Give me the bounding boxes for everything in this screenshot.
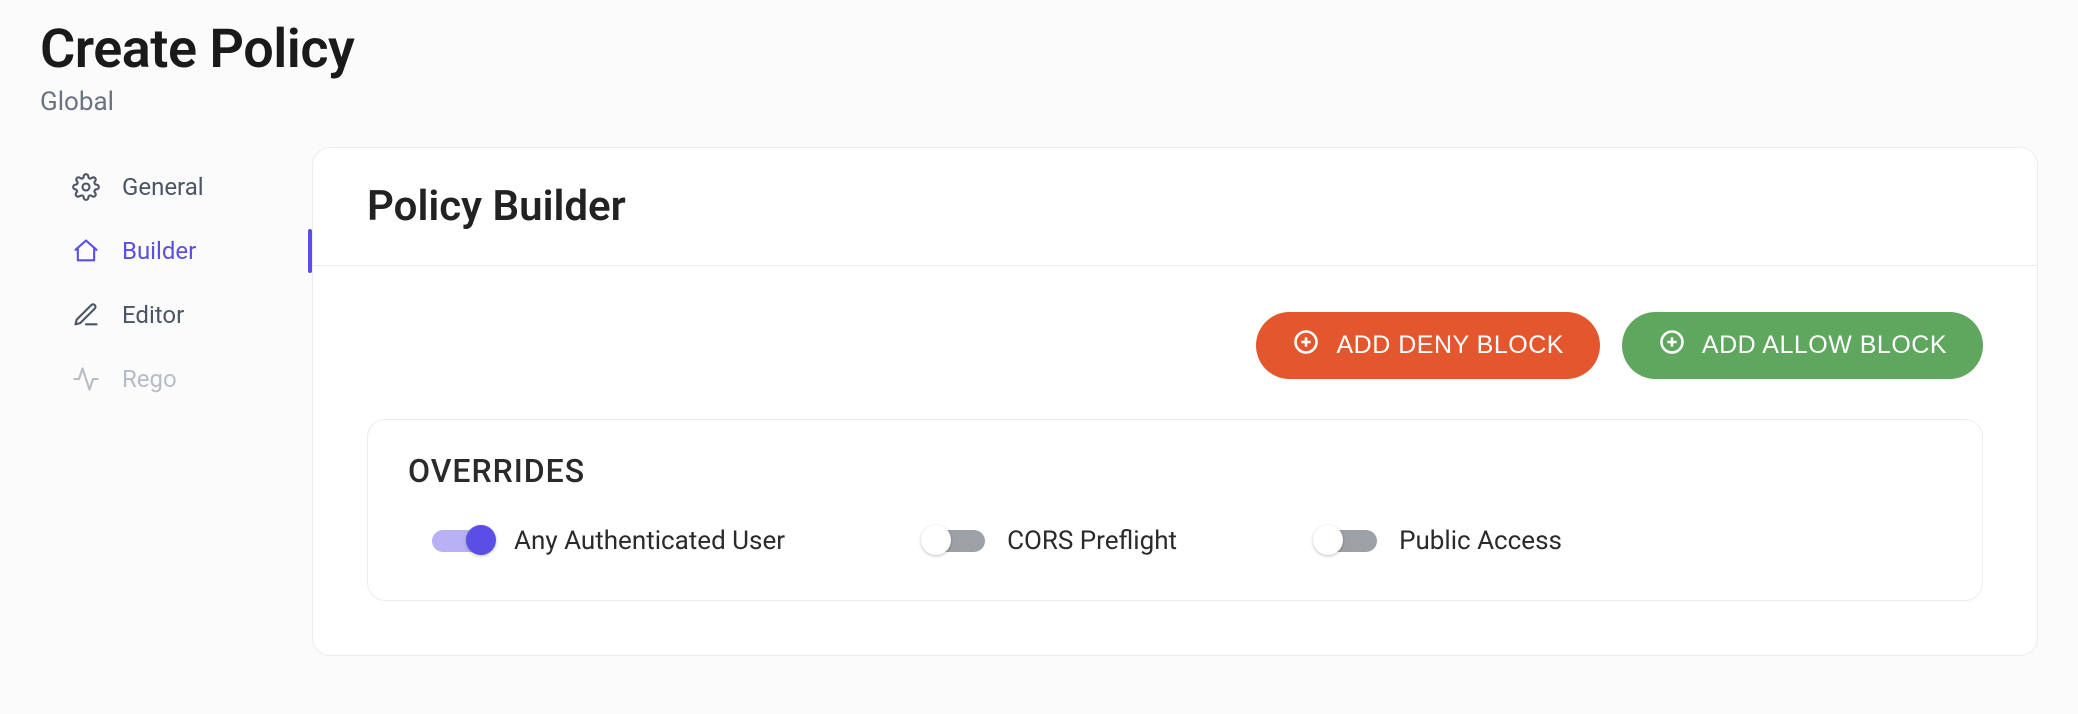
overrides-card: OVERRIDES Any Authenticated User CORS Pr… xyxy=(367,419,1983,601)
button-label: ADD ALLOW BLOCK xyxy=(1702,331,1947,360)
button-label: ADD DENY BLOCK xyxy=(1336,331,1563,360)
plus-circle-icon xyxy=(1658,328,1686,363)
override-cors-preflight: CORS Preflight xyxy=(925,526,1177,556)
main-panel: Policy Builder ADD DENY BLOCK ADD ALLO xyxy=(312,147,2038,656)
edit-icon xyxy=(72,301,100,329)
gear-icon xyxy=(72,173,100,201)
toggle-label: CORS Preflight xyxy=(1007,526,1177,556)
sidebar-item-label: Editor xyxy=(122,301,184,329)
activity-icon xyxy=(72,365,100,393)
sidebar-item-label: Rego xyxy=(122,365,177,393)
action-row: ADD DENY BLOCK ADD ALLOW BLOCK xyxy=(367,312,1983,379)
sidebar-item-label: General xyxy=(122,173,204,201)
sidebar-item-general[interactable]: General xyxy=(40,155,270,219)
toggle-any-authenticated-user[interactable] xyxy=(432,530,492,552)
plus-circle-icon xyxy=(1292,328,1320,363)
toggle-label: Any Authenticated User xyxy=(514,526,785,556)
override-any-authenticated-user: Any Authenticated User xyxy=(432,526,785,556)
add-deny-block-button[interactable]: ADD DENY BLOCK xyxy=(1256,312,1599,379)
home-icon xyxy=(72,237,100,265)
sidebar: General Builder Editor Rego xyxy=(40,147,270,656)
page-title: Create Policy xyxy=(40,18,2038,81)
page-subtitle: Global xyxy=(40,87,2038,117)
sidebar-item-rego[interactable]: Rego xyxy=(40,347,270,411)
overrides-title: OVERRIDES xyxy=(408,452,1942,490)
overrides-row: Any Authenticated User CORS Preflight Pu… xyxy=(408,526,1942,556)
sidebar-item-label: Builder xyxy=(122,237,196,265)
toggle-public-access[interactable] xyxy=(1317,530,1377,552)
override-public-access: Public Access xyxy=(1317,526,1562,556)
toggle-label: Public Access xyxy=(1399,526,1562,556)
main-header: Policy Builder xyxy=(313,148,2037,266)
toggle-cors-preflight[interactable] xyxy=(925,530,985,552)
main-title: Policy Builder xyxy=(367,182,1983,231)
sidebar-item-builder[interactable]: Builder xyxy=(40,219,270,283)
add-allow-block-button[interactable]: ADD ALLOW BLOCK xyxy=(1622,312,1983,379)
sidebar-item-editor[interactable]: Editor xyxy=(40,283,270,347)
